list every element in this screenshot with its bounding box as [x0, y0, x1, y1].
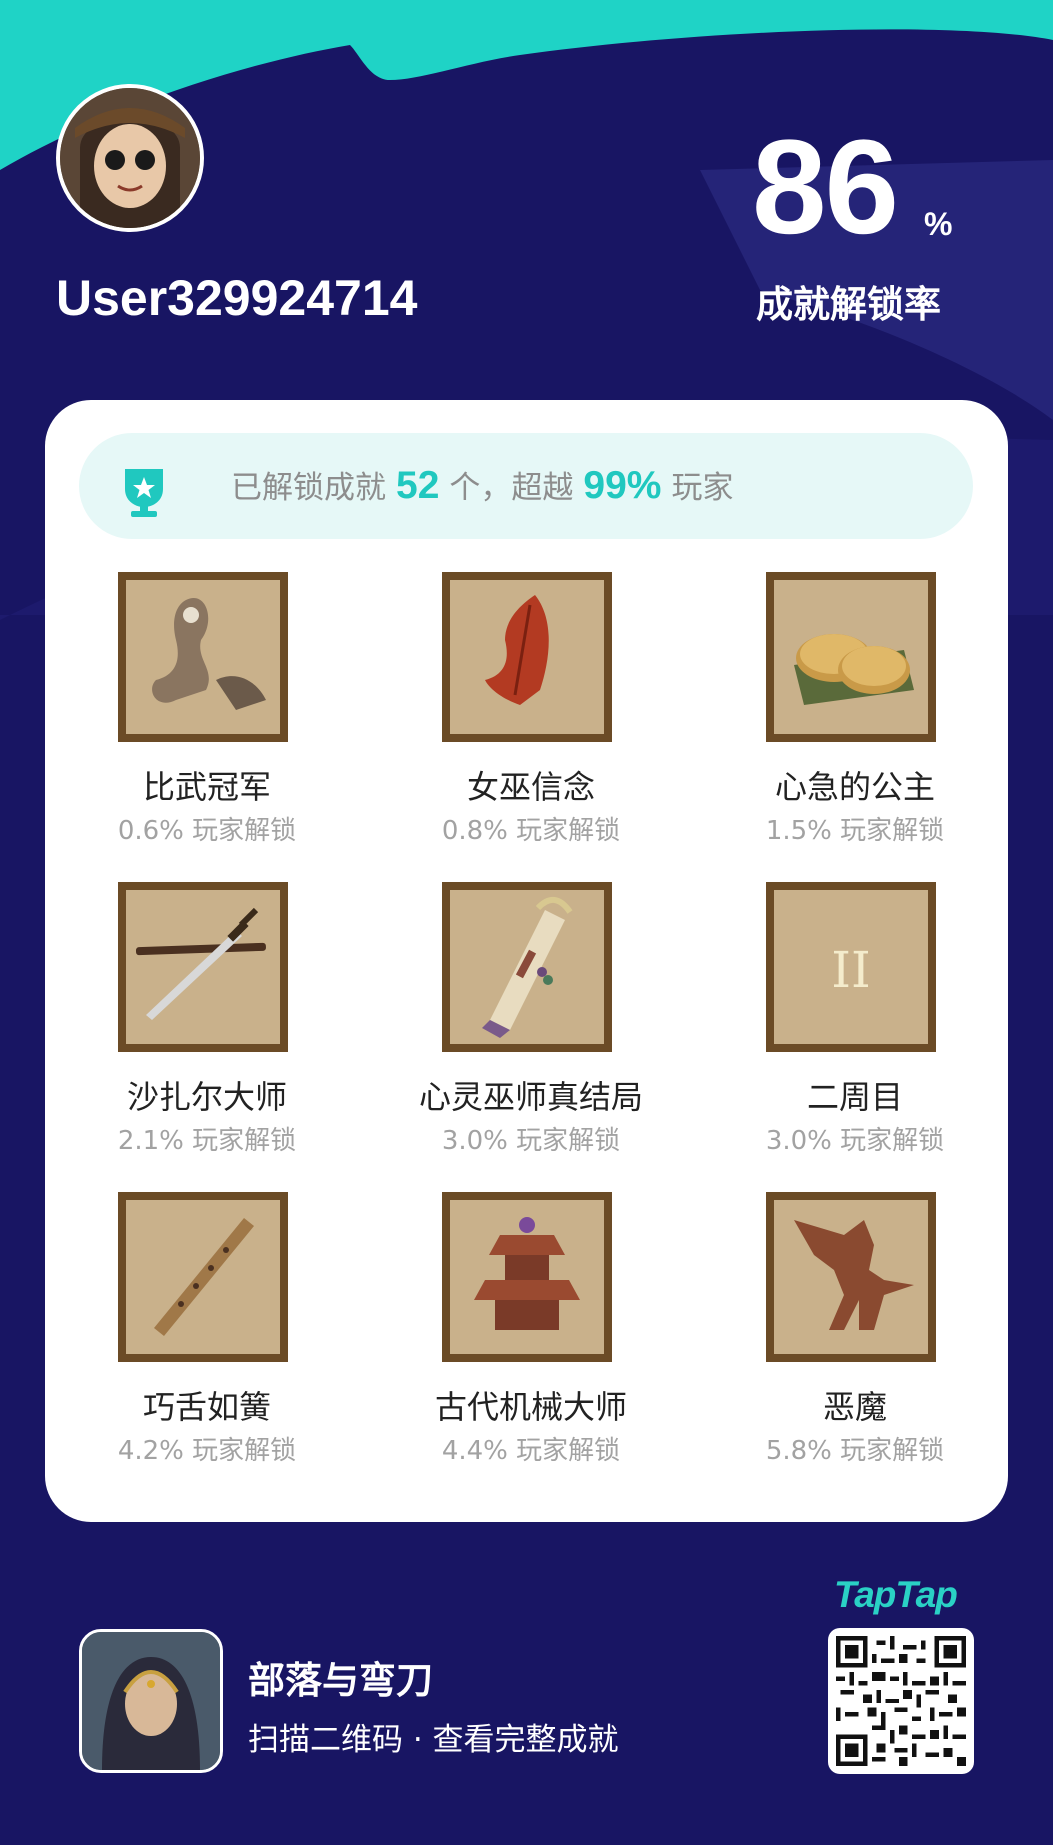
scroll-icon: [450, 890, 604, 1044]
achievement-item[interactable]: 沙扎尔大师 2.1% 玩家解锁: [45, 882, 369, 1172]
qr-code[interactable]: [828, 1628, 974, 1774]
achievement-card: 已解锁成就 52 个，超越 99% 玩家 比武冠军 0.6% 玩家解锁 女巫信念 0.8…: [45, 400, 1008, 1522]
achievement-name: 沙扎尔大师: [126, 1078, 287, 1116]
unlocked-count: 52: [396, 464, 440, 507]
achievement-item[interactable]: 恶魔 5.8% 玩家解锁: [693, 1192, 1017, 1482]
flatbread-icon: [774, 580, 928, 734]
achievement-item[interactable]: 女巫信念 0.8% 玩家解锁: [369, 572, 693, 862]
achievement-item[interactable]: II 二周目 3.0% 玩家解锁: [693, 882, 1017, 1172]
scan-hint: 扫描二维码 · 查看完整成就: [248, 1722, 619, 1758]
achievement-name: 巧舌如簧: [142, 1388, 271, 1426]
username: User329924714: [56, 270, 418, 326]
surpass-percent: 99%: [583, 464, 662, 507]
achievement-unlock-rate: 1.5% 玩家解锁: [765, 816, 945, 846]
flute-icon: [126, 1200, 280, 1354]
game-cover-icon[interactable]: [79, 1629, 223, 1773]
achievement-item[interactable]: 比武冠军 0.6% 玩家解锁: [45, 572, 369, 862]
achievement-name: 恶魔: [822, 1388, 887, 1426]
achievement-unlock-rate: 0.6% 玩家解锁: [117, 816, 297, 846]
red-leaf-icon: [450, 580, 604, 734]
demon-icon: [774, 1200, 928, 1354]
unlock-rate-value: 86: [752, 113, 899, 262]
achievement-name: 心灵巫师真结局: [418, 1078, 643, 1116]
achievement-name: 二周目: [806, 1078, 903, 1116]
achievement-unlock-rate: 5.8% 玩家解锁: [765, 1436, 945, 1466]
summary-suffix: 玩家: [671, 470, 734, 506]
roman-two-icon: II: [774, 890, 928, 1044]
achievement-grid: 比武冠军 0.6% 玩家解锁 女巫信念 0.8% 玩家解锁 心急的公主 1.5%…: [45, 572, 1008, 1492]
svg-text:II: II: [831, 941, 871, 999]
achievement-item[interactable]: 巧舌如簧 4.2% 玩家解锁: [45, 1192, 369, 1482]
achievement-name: 比武冠军: [142, 768, 271, 806]
achievement-name: 古代机械大师: [434, 1388, 627, 1426]
achievement-item[interactable]: 心灵巫师真结局 3.0% 玩家解锁: [369, 882, 693, 1172]
summary-bar: 已解锁成就 52 个，超越 99% 玩家: [79, 433, 973, 539]
champion-figure-icon: [126, 580, 280, 734]
achievement-unlock-rate: 3.0% 玩家解锁: [441, 1126, 621, 1156]
user-avatar[interactable]: [56, 84, 204, 232]
achievement-unlock-rate: 0.8% 玩家解锁: [441, 816, 621, 846]
summary-text: 已解锁成就 52 个，超越 99% 玩家: [231, 433, 733, 539]
achievement-name: 女巫信念: [466, 768, 595, 806]
summary-prefix: 已解锁成就: [231, 470, 386, 506]
achievement-unlock-rate: 3.0% 玩家解锁: [765, 1126, 945, 1156]
achievement-name: 心急的公主: [774, 768, 935, 806]
trophy-icon: [125, 469, 163, 517]
taptap-logo: TapTap: [834, 1574, 958, 1615]
achievement-unlock-rate: 4.2% 玩家解锁: [117, 1436, 297, 1466]
sword-icon: [126, 890, 280, 1044]
summary-mid: 个，超越: [449, 470, 574, 506]
game-name: 部落与弯刀: [248, 1659, 433, 1702]
achievement-unlock-rate: 4.4% 玩家解锁: [441, 1436, 621, 1466]
unlock-rate-label: 成就解锁率: [756, 283, 941, 326]
achievement-item[interactable]: 心急的公主 1.5% 玩家解锁: [693, 572, 1017, 862]
achievement-unlock-rate: 2.1% 玩家解锁: [117, 1126, 297, 1156]
pagoda-machine-icon: [450, 1200, 604, 1354]
unlock-rate-percent-sign: %: [924, 206, 953, 242]
achievement-item[interactable]: 古代机械大师 4.4% 玩家解锁: [369, 1192, 693, 1482]
